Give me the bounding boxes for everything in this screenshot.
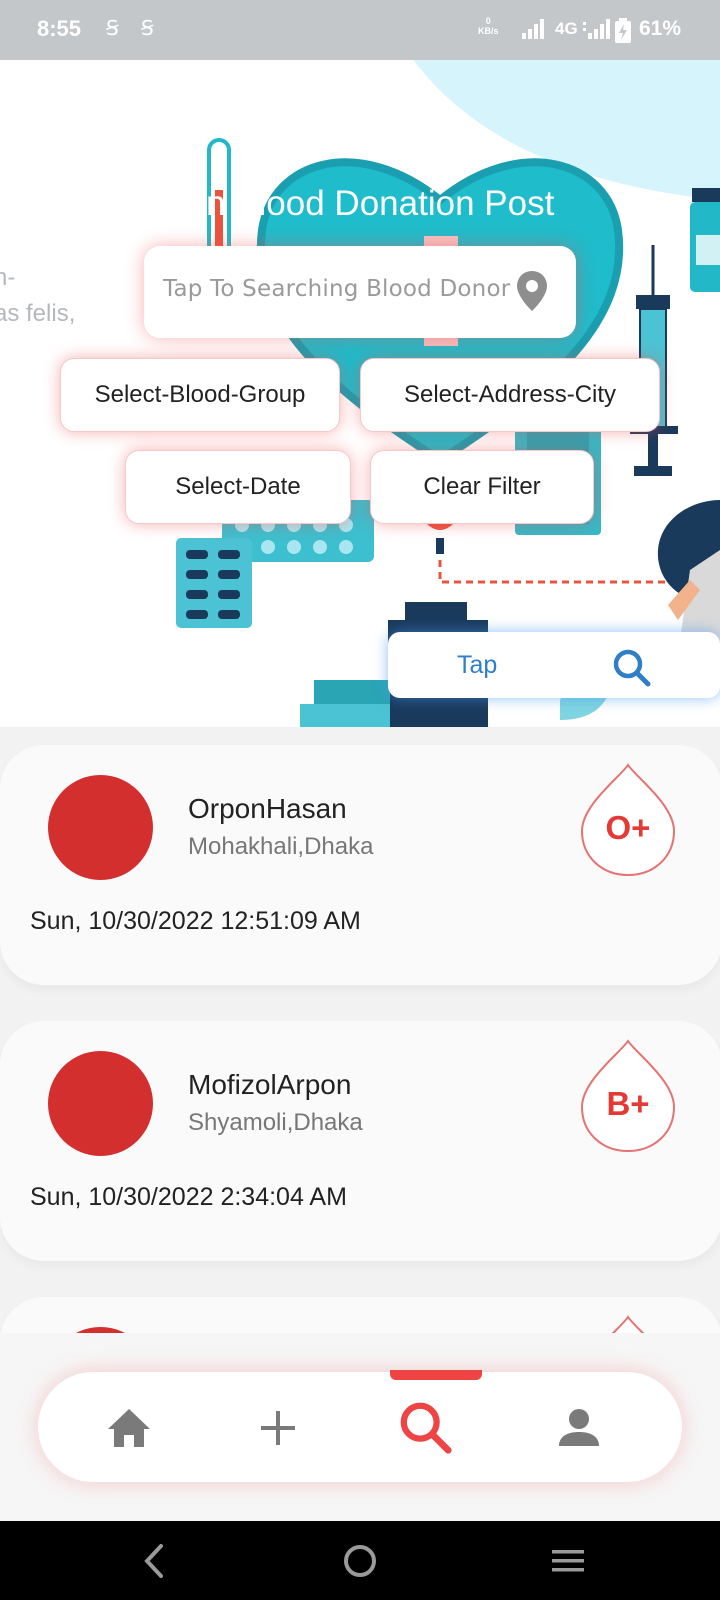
hero-banner: n Blood Donation Post n- as felis, Tap T… — [0, 60, 720, 727]
back-icon[interactable] — [141, 1543, 167, 1579]
donor-name: MofizolArpon — [188, 1069, 352, 1100]
search-icon[interactable] — [398, 1399, 454, 1457]
search-placeholder: Tap To Searching Blood Donor — [163, 276, 511, 302]
signal-icon — [522, 19, 544, 39]
side-text-line-2: as felis, — [0, 300, 76, 327]
blood-group-label: B+ — [606, 1085, 650, 1122]
plus-icon[interactable] — [259, 1409, 297, 1447]
tap-label: Tap — [457, 651, 498, 679]
donation-date: Sun, 10/30/2022 2:34:04 AM — [30, 1183, 347, 1211]
nav-search[interactable] — [398, 1400, 454, 1456]
battery-level: 61% — [639, 17, 682, 40]
blood-group-badge: O+ — [580, 763, 676, 877]
avatar — [48, 775, 153, 880]
blood-group-label: O+ — [605, 809, 651, 846]
data-speed-value: 0 — [485, 16, 491, 26]
data-speed-unit: KB/s — [478, 26, 499, 36]
network-type: 4G — [555, 19, 578, 38]
donor-list[interactable]: OrponHasan Mohakhali,Dhaka Sun, 10/30/20… — [0, 727, 720, 1333]
search-icon[interactable] — [612, 648, 652, 688]
system-back-button[interactable] — [132, 1539, 176, 1583]
signal-icon-2 — [583, 19, 610, 39]
status-time: 8:55 — [37, 16, 82, 41]
select-blood-group-button[interactable]: Select-Blood-Group — [60, 358, 340, 432]
bottom-nav-area — [0, 1333, 720, 1521]
avatar — [48, 1051, 153, 1156]
home-icon[interactable] — [106, 1407, 152, 1449]
blood-drop-icon — [611, 1315, 645, 1333]
system-menu-button[interactable] — [546, 1539, 590, 1583]
side-text-line-1: n- — [0, 264, 16, 291]
system-navigation-bar — [0, 1521, 720, 1600]
select-address-city-button[interactable]: Select-Address-City — [360, 358, 660, 432]
status-bar: 8:55 Ꞩ Ꞩ 0 KB/s 4G 61% — [0, 0, 720, 60]
clear-filter-button[interactable]: Clear Filter — [370, 450, 594, 524]
bottom-nav — [38, 1370, 682, 1482]
donation-date: Sun, 10/30/2022 12:51:09 AM — [30, 907, 361, 935]
donor-address: Mohakhali,Dhaka — [188, 833, 374, 860]
blood-group-badge — [580, 1315, 676, 1333]
system-home-button[interactable] — [338, 1539, 382, 1583]
data-speed-indicator: 0 KB/s — [478, 16, 499, 36]
donor-card-partial[interactable] — [0, 1297, 720, 1333]
blood-group-badge: B+ — [580, 1039, 676, 1153]
donor-search-field[interactable]: Tap To Searching Blood Donor — [144, 246, 576, 338]
active-tab-indicator — [390, 1370, 482, 1380]
donor-card[interactable]: OrponHasan Mohakhali,Dhaka Sun, 10/30/20… — [0, 745, 720, 985]
select-date-button[interactable]: Select-Date — [125, 450, 351, 524]
nav-profile[interactable] — [551, 1400, 607, 1456]
sim-icon: Ꞩ Ꞩ — [106, 16, 162, 40]
nav-add[interactable] — [250, 1400, 306, 1456]
side-text: n- as felis, — [0, 260, 75, 332]
hero-title: n Blood Donation Post — [206, 184, 555, 223]
donor-name: OrponHasan — [188, 793, 347, 824]
person-icon[interactable] — [558, 1408, 600, 1448]
battery-icon — [615, 18, 631, 43]
nav-home[interactable] — [101, 1400, 157, 1456]
menu-icon[interactable] — [550, 1546, 586, 1576]
donor-address: Shyamoli,Dhaka — [188, 1109, 363, 1136]
donor-card[interactable]: MofizolArpon Shyamoli,Dhaka Sun, 10/30/2… — [0, 1021, 720, 1261]
location-pin-icon[interactable] — [516, 270, 548, 312]
tap-search-button[interactable]: Tap — [388, 632, 720, 698]
circle-home-icon[interactable] — [342, 1543, 378, 1579]
